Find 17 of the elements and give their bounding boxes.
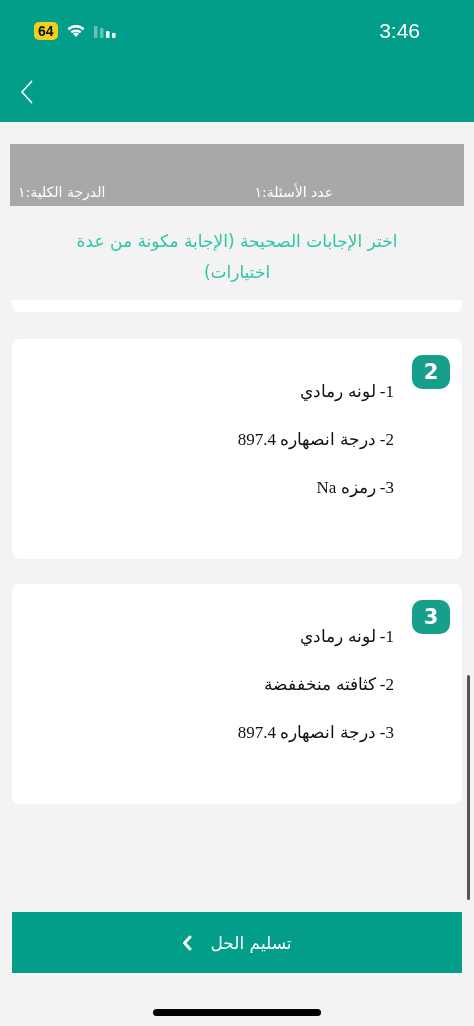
status-time: 3:46 (379, 19, 420, 43)
total-grade: الدرجة الكلية:١ (18, 184, 106, 200)
chevron-icon (182, 934, 193, 951)
option-text: 2- درجة انصهاره 897.4 (237, 429, 394, 451)
option-text: 3- درجة انصهاره 897.4 (237, 722, 394, 744)
submit-button[interactable]: تسليم الحل (12, 912, 462, 973)
option-text: 2- كثافته منخففضة (263, 674, 394, 696)
question-number: 3 (412, 600, 450, 634)
question-count: عدد الأسئلة:١ (254, 184, 333, 200)
battery-icon: 64 (34, 22, 58, 40)
wifi-icon (65, 24, 86, 38)
back-icon[interactable] (20, 79, 34, 105)
option-text: 1- لونه رمادي (299, 381, 394, 403)
instruction-text: اختر الإجابات الصحيحة (الإجابة مكونة من عدة اختيارات) (75, 230, 399, 284)
option-text: 3- رمزه Na (315, 477, 394, 499)
option-text: 1- لونه رمادي (299, 626, 394, 648)
question-number: 2 (412, 355, 450, 389)
